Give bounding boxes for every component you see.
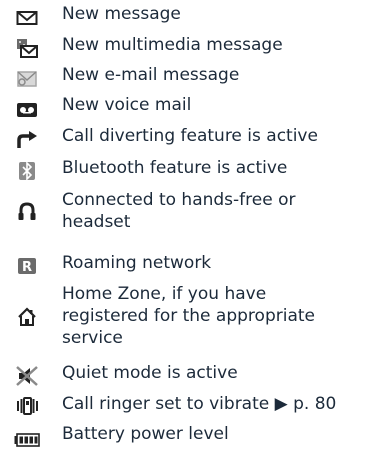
quiet-mode-icon: [13, 365, 41, 387]
item-label-continued: registered for the appropriate: [62, 306, 315, 326]
roaming-icon: R: [13, 255, 41, 277]
svg-text:R: R: [22, 260, 32, 275]
multimedia-message-icon: [13, 37, 41, 59]
item-label: Roaming network: [62, 253, 212, 273]
battery-icon: [13, 429, 41, 451]
item-label: Call diverting feature is active: [62, 126, 318, 146]
item-label: Call ringer set to vibrate ▶ p. 80: [62, 394, 337, 414]
item-label: Connected to hands-free or: [62, 190, 296, 210]
item-label: New voice mail: [62, 95, 192, 115]
voicemail-icon: [13, 99, 41, 121]
vibrate-icon: [13, 395, 41, 417]
item-label: Home Zone, if you have: [62, 284, 267, 304]
email-message-icon: [13, 68, 41, 90]
item-label: Bluetooth feature is active: [62, 158, 288, 178]
item-label: Quiet mode is active: [62, 363, 238, 383]
item-label-continued: service: [62, 328, 123, 348]
item-label: New multimedia message: [62, 35, 283, 55]
item-label-continued: headset: [62, 212, 131, 232]
item-label: Battery power level: [62, 424, 229, 444]
envelope-icon: [13, 7, 41, 29]
headset-icon: [13, 200, 41, 222]
item-label: New e-mail message: [62, 65, 240, 85]
bluetooth-icon: [13, 160, 41, 182]
home-zone-icon: [13, 306, 41, 328]
item-label: New message: [62, 4, 181, 24]
call-divert-icon: [13, 129, 41, 151]
